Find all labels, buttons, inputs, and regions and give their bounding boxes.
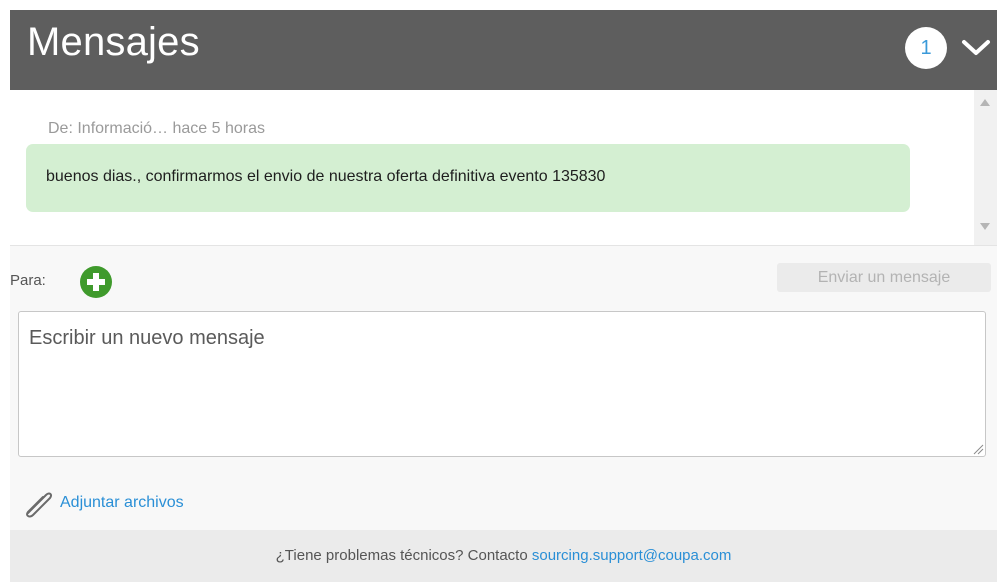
message-list: De: Informació… hace 5 horas buenos dias… <box>10 90 997 245</box>
panel-title: Mensajes <box>27 20 200 64</box>
attach-files-label: Adjuntar archivos <box>60 494 184 511</box>
message-list-scrollbar[interactable] <box>974 90 997 245</box>
chevron-down-icon[interactable] <box>961 37 991 59</box>
support-email-link[interactable]: sourcing.support@coupa.com <box>532 547 732 564</box>
message-text: buenos dias., confirmarmos el envio de n… <box>46 168 606 185</box>
messages-panel: Mensajes 1 De: Informació… hace 5 horas … <box>10 10 997 582</box>
footer-text: ¿Tiene problemas técnicos? Contacto sour… <box>10 547 997 564</box>
unread-count-badge: 1 <box>905 27 947 69</box>
scroll-up-arrow-icon[interactable] <box>980 99 990 106</box>
new-message-input[interactable] <box>18 311 986 457</box>
send-message-button[interactable]: Enviar un mensaje <box>777 263 991 292</box>
messages-header: Mensajes 1 <box>10 10 997 90</box>
compose-area: Para: Enviar un mensaje Adjuntar archivo… <box>10 246 997 530</box>
footer-message: ¿Tiene problemas técnicos? Contacto <box>275 547 528 564</box>
message-meta: De: Informació… hace 5 horas <box>48 120 265 137</box>
resize-grip-icon[interactable] <box>972 443 984 455</box>
paperclip-icon <box>26 492 53 518</box>
support-footer: ¿Tiene problemas técnicos? Contacto sour… <box>10 530 997 582</box>
scroll-down-arrow-icon[interactable] <box>980 223 990 230</box>
message-bubble: buenos dias., confirmarmos el envio de n… <box>26 144 910 212</box>
plus-circle-icon[interactable] <box>80 266 112 298</box>
to-label: Para: <box>10 272 46 289</box>
